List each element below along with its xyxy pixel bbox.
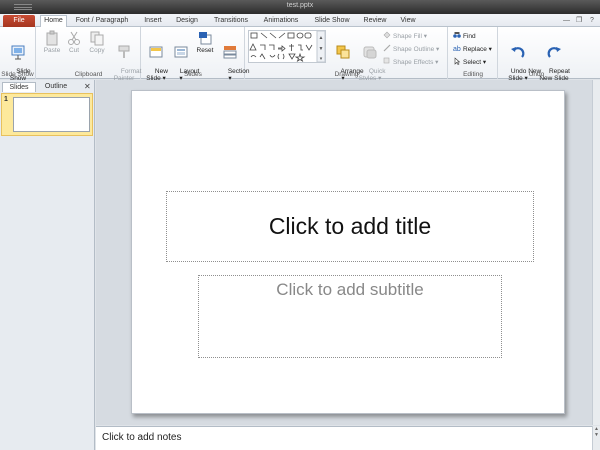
tab-transitions[interactable]: Transitions xyxy=(210,16,252,27)
window-title: test.pptx xyxy=(286,2,314,9)
layout-icon xyxy=(174,46,188,58)
slide-editor-area: Click to add title Click to add subtitle xyxy=(96,80,600,425)
group-clipboard: Paste Cut Copy Format Painter Clipboard xyxy=(37,27,141,82)
slide-canvas[interactable]: Click to add title Click to add subtitle xyxy=(131,90,565,414)
tab-animations[interactable]: Animations xyxy=(259,16,303,27)
group-label-editing: Editing xyxy=(463,71,483,78)
tab-review[interactable]: Review xyxy=(361,16,389,27)
undo-arrow-icon xyxy=(511,47,525,58)
cut-button[interactable]: Cut xyxy=(64,30,84,54)
tab-outline-panel[interactable]: Outline xyxy=(38,82,74,92)
group-label-drawing: Drawing xyxy=(334,71,359,78)
find-button[interactable]: Find xyxy=(453,31,476,41)
vertical-scrollbar[interactable] xyxy=(592,80,600,425)
title-bar: test.pptx xyxy=(0,0,600,14)
tab-slide-show[interactable]: Slide Show xyxy=(311,16,353,27)
tab-insert[interactable]: Insert xyxy=(140,16,166,27)
shape-outline-button[interactable]: Shape Outline ▾ xyxy=(383,44,439,54)
slide-thumbnail[interactable] xyxy=(13,97,90,132)
restore-icon[interactable]: ❐ xyxy=(576,17,582,25)
copy-button[interactable]: Copy xyxy=(87,30,107,54)
shape-fill-button[interactable]: Shape Fill ▾ xyxy=(383,31,427,41)
cursor-arrow-icon xyxy=(454,57,461,65)
tab-view[interactable]: View xyxy=(397,16,419,27)
paint-bucket-icon xyxy=(383,31,391,39)
close-panel-icon[interactable]: ✕ xyxy=(84,82,91,92)
shape-effects-icon xyxy=(383,57,390,64)
minimize-icon[interactable]: — xyxy=(563,17,570,25)
group-label-slides: Slides xyxy=(184,71,202,78)
group-undo: Undo New Slide ▾ Repeat New Slide Undo xyxy=(499,27,574,82)
repeat-arrow-icon xyxy=(547,47,561,58)
group-slide-show: Slide Show Slide Show xyxy=(0,27,36,82)
notes-scrollbar[interactable]: ▲ ▼ xyxy=(592,426,600,450)
reset-slide-icon xyxy=(199,32,212,45)
tab-font-paragraph[interactable]: Font / Paragraph xyxy=(72,16,132,27)
tab-file[interactable]: File xyxy=(3,15,35,27)
help-icon[interactable]: ? xyxy=(590,17,594,25)
replace-icon: ab xyxy=(453,46,461,52)
arrange-icon xyxy=(336,45,350,59)
shapes-gallery[interactable]: ▲ ▼ ▾ xyxy=(248,30,326,63)
slide-show-icon xyxy=(11,45,25,60)
group-label-clipboard: Clipboard xyxy=(74,71,103,78)
group-label-slide-show: Slide Show xyxy=(1,71,34,78)
binoculars-icon xyxy=(453,32,461,38)
group-drawing: ▲ ▼ ▾ Arrange ▾ Quick Styles ▾ Shape Fil… xyxy=(246,27,448,82)
tab-slides-panel[interactable]: Slides xyxy=(2,82,36,92)
copy-icon xyxy=(90,31,104,46)
slide-thumbnail-item[interactable]: 1 xyxy=(1,93,93,136)
shape-effects-button[interactable]: Shape Effects ▾ xyxy=(383,57,438,67)
replace-button[interactable]: ab Replace ▾ xyxy=(453,44,492,54)
notes-pane[interactable]: Click to add notes xyxy=(96,426,592,450)
tab-design[interactable]: Design xyxy=(173,16,201,27)
group-slides: New Slide ▾ Layout ▾ Reset Section ▾ Sli… xyxy=(142,27,250,82)
quick-styles-icon xyxy=(363,46,377,59)
paste-button[interactable]: Paste xyxy=(41,30,63,54)
select-button[interactable]: Select ▾ xyxy=(453,57,486,67)
subtitle-placeholder[interactable]: Click to add subtitle xyxy=(198,275,502,358)
scissors-icon xyxy=(68,31,80,45)
reset-button[interactable]: Reset xyxy=(194,30,216,54)
group-editing: Find ab Replace ▾ Select ▾ Editing xyxy=(449,27,498,79)
slides-panel: Slides Outline ✕ 1 xyxy=(0,80,95,450)
svg-text:▼: ▼ xyxy=(319,46,324,52)
svg-text:▲: ▲ xyxy=(319,35,324,41)
svg-text:ab: ab xyxy=(453,46,461,52)
group-label-undo: Undo xyxy=(528,71,545,78)
paste-icon xyxy=(46,30,58,46)
ribbon-tab-bar: File Home Font / Paragraph Insert Design… xyxy=(0,14,600,28)
pen-outline-icon xyxy=(383,44,391,52)
section-icon xyxy=(223,46,237,59)
title-placeholder[interactable]: Click to add title xyxy=(166,191,534,262)
new-slide-icon xyxy=(149,46,163,58)
paintbrush-icon xyxy=(118,45,130,58)
ribbon: Slide Show Slide Show Paste Cut Copy For… xyxy=(0,27,600,82)
slide-number: 1 xyxy=(4,96,8,103)
